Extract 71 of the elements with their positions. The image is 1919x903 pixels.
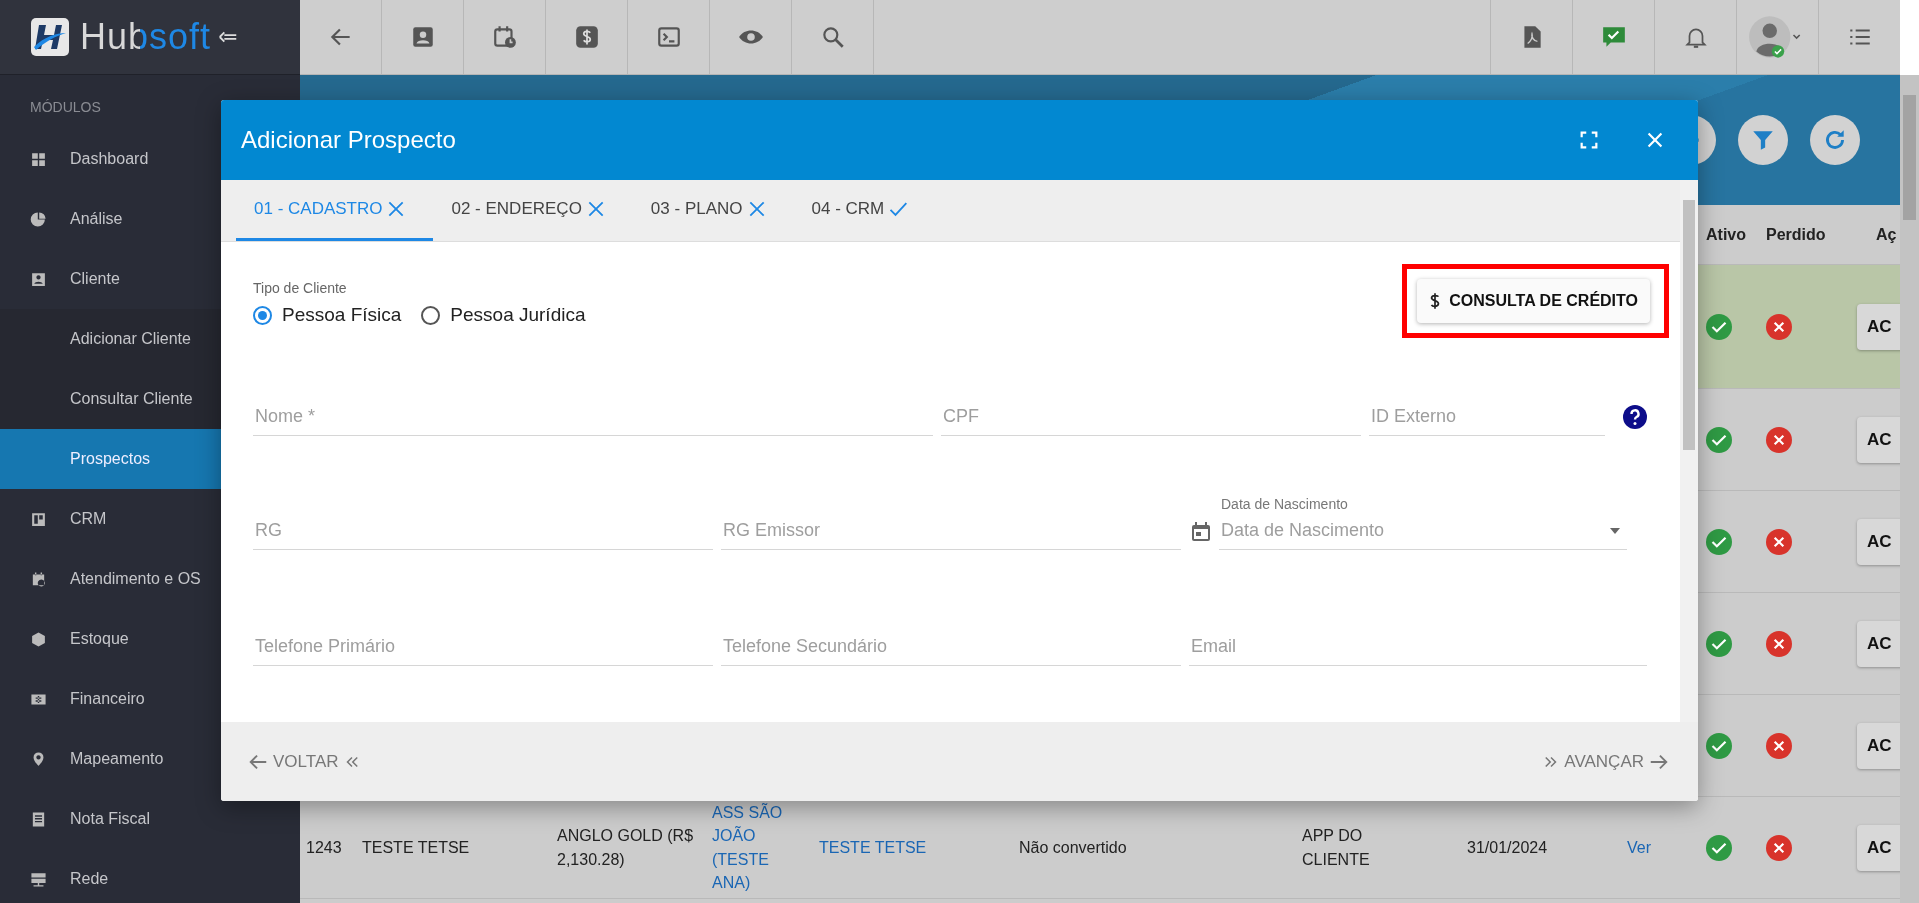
board-icon [30, 510, 47, 528]
check-circle-icon[interactable] [1706, 313, 1732, 340]
radio-option[interactable]: Pessoa Jurídica [421, 304, 586, 326]
action-button[interactable]: AC [1857, 518, 1900, 565]
sidebar-item[interactable]: Atendimento e OS [0, 549, 300, 609]
table-cell-text: ANGLO GOLD (R$ 2,130.28) [557, 826, 695, 870]
check-circle-icon[interactable] [1706, 630, 1732, 657]
check-circle-icon[interactable] [1706, 528, 1732, 555]
check-circle-icon[interactable] [1706, 426, 1732, 453]
logo-icon [30, 17, 70, 57]
step-tab[interactable]: 03 - PLANO [632, 180, 794, 241]
check-circle-icon[interactable] [1706, 834, 1732, 861]
sidebar-item[interactable]: Financeiro [0, 669, 300, 729]
input-field[interactable]: ID Externo [1369, 398, 1605, 436]
x-circle-icon[interactable] [1766, 732, 1792, 759]
x-circle-icon[interactable] [1766, 426, 1792, 453]
table-cell-text: 1243 [306, 837, 342, 858]
table-cell-text: TESTE TETSE [362, 837, 470, 858]
next-button[interactable]: AVANÇAR [1542, 746, 1670, 777]
grid-icon [30, 150, 47, 168]
scrollbar[interactable] [1900, 75, 1919, 903]
sidebar-item[interactable]: Rede [0, 849, 300, 903]
date-field[interactable]: Data de Nascimento [1219, 512, 1609, 549]
step-tab[interactable]: 02 - ENDEREÇO [433, 180, 633, 241]
x-circle-icon[interactable] [1766, 630, 1792, 657]
action-button[interactable]: AC [1857, 824, 1900, 871]
input-field[interactable]: Nome * [253, 398, 933, 436]
dollar-icon [1429, 290, 1442, 312]
dialog-title: Adicionar Prospecto [241, 126, 457, 154]
back-button[interactable]: VOLTAR [247, 746, 361, 777]
scrollbar[interactable] [1680, 180, 1698, 722]
table-link[interactable]: ASS SÃO JOÃO (TESTE ANA) [712, 801, 807, 894]
input-field[interactable]: Email [1189, 628, 1647, 666]
calendar-icon[interactable] [1189, 520, 1213, 544]
action-button[interactable]: AC [1857, 303, 1900, 350]
table-link[interactable]: Ver [1627, 835, 1651, 860]
x-circle-icon[interactable] [1766, 528, 1792, 555]
help-icon[interactable] [1623, 405, 1647, 429]
field-label: Data de Nascimento [1220, 496, 1349, 512]
table-link[interactable]: TESTE TETSE [819, 835, 927, 860]
document-icon [30, 810, 47, 828]
pie-chart-icon [30, 210, 47, 228]
x-circle-icon[interactable] [1766, 834, 1792, 861]
refresh-button[interactable] [1810, 115, 1860, 165]
input-field[interactable]: Telefone Primário [253, 628, 713, 666]
field-label: Tipo de Cliente [253, 280, 348, 296]
step-tab[interactable]: 04 - CRM [793, 180, 936, 241]
server-icon [30, 870, 47, 888]
check-circle-icon[interactable] [1706, 732, 1732, 759]
action-button[interactable]: AC [1857, 620, 1900, 667]
input-field[interactable]: Telefone Secundário [721, 628, 1181, 666]
input-field[interactable]: RG Emissor [721, 512, 1181, 550]
contact-card-icon [30, 270, 47, 288]
table-cell-text: Não convertido [1019, 837, 1127, 858]
credit-check-button[interactable]: CONSULTA DE CRÉDITO [1417, 279, 1650, 323]
sidebar-item[interactable]: Nota Fiscal [0, 789, 300, 849]
column-header: Aç [1875, 224, 1898, 245]
calendar-clock-icon [30, 570, 47, 588]
caret-icon [1609, 526, 1621, 535]
table-cell-text: APP DO CLIENTE [1302, 826, 1371, 870]
column-header: Perdido [1765, 224, 1827, 245]
fullscreen-icon[interactable] [1578, 129, 1600, 151]
x-circle-icon[interactable] [1766, 313, 1792, 340]
input-field[interactable]: CPF [941, 398, 1361, 436]
section-heading: MÓDULOS [29, 98, 102, 117]
column-header: Ativo [1705, 224, 1747, 245]
filter-button[interactable] [1738, 115, 1788, 165]
input-field[interactable]: RG [253, 512, 713, 550]
action-button[interactable]: AC [1857, 416, 1900, 463]
action-button[interactable]: AC [1857, 722, 1900, 769]
table-cell-text: 31/01/2024 [1467, 837, 1548, 858]
